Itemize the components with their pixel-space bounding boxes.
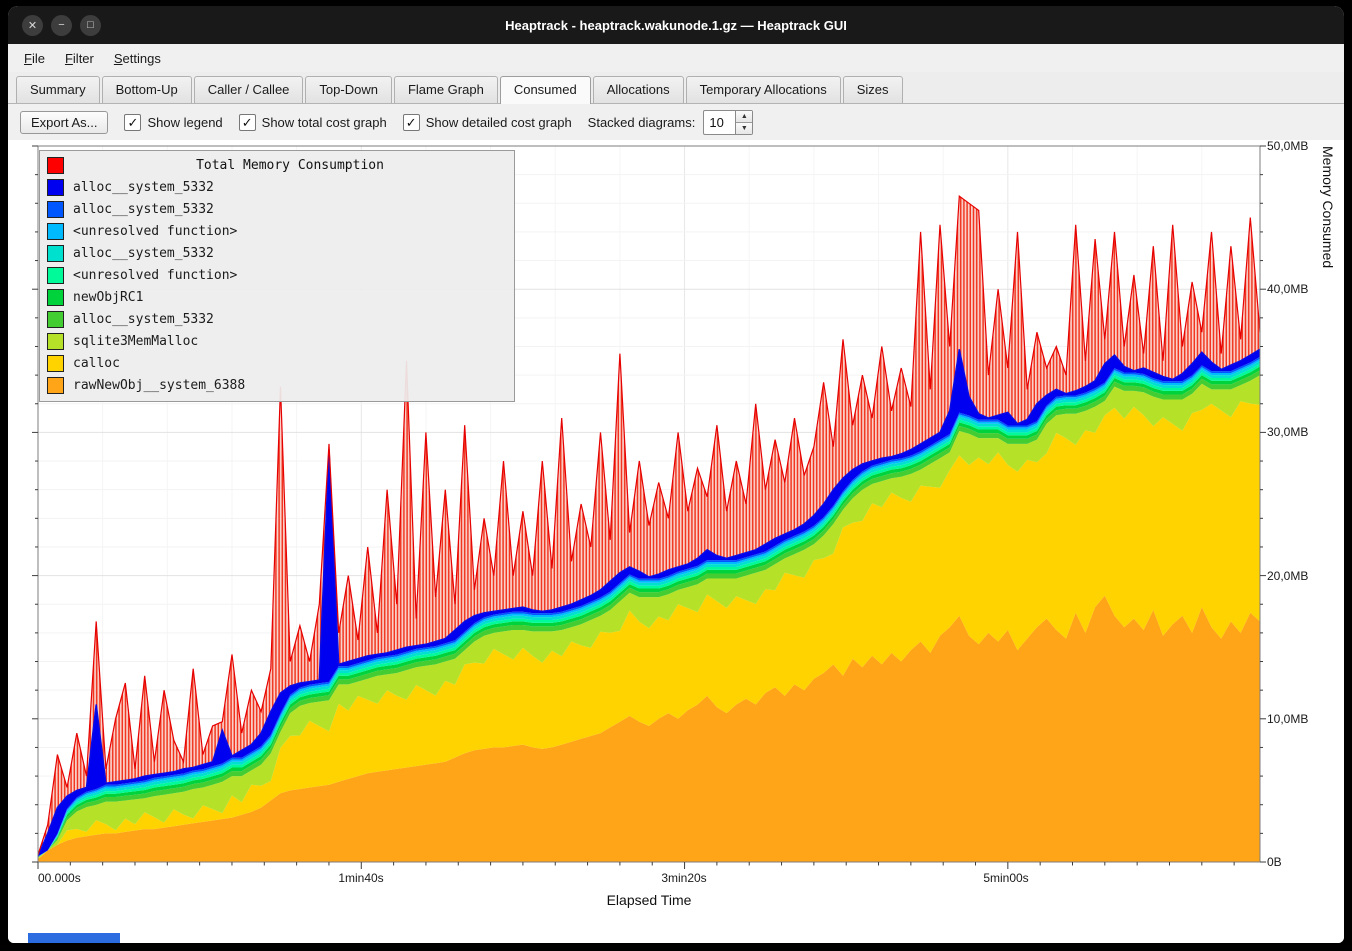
legend-item: rawNewObj__system_6388 [44, 374, 510, 396]
maximize-button[interactable]: □ [80, 15, 101, 36]
y-tick-label: 10,0MB [1267, 711, 1327, 727]
spin-up-button[interactable]: ▲ [736, 111, 752, 123]
tab-flame-graph[interactable]: Flame Graph [394, 76, 498, 103]
legend-swatch [47, 289, 64, 306]
legend-item: alloc__system_5332 [44, 176, 510, 198]
minimize-button[interactable]: − [51, 15, 72, 36]
close-icon: ✕ [28, 19, 37, 32]
toolbar: Export As... Show legend Show total cost… [8, 104, 1344, 140]
legend-swatch [47, 355, 64, 372]
tab-top-down[interactable]: Top-Down [305, 76, 392, 103]
show-total-cost-checkbox[interactable]: Show total cost graph [239, 114, 387, 131]
menu-settings[interactable]: Settings [104, 47, 171, 70]
chart-legend: Total Memory Consumption alloc__system_5… [39, 150, 515, 402]
x-tick-label: 5min00s [946, 870, 1066, 886]
checkbox-icon [124, 114, 141, 131]
legend-item: <unresolved function> [44, 264, 510, 286]
legend-label: <unresolved function> [73, 268, 237, 283]
checkbox-label: Show total cost graph [262, 115, 387, 130]
total-swatch [47, 157, 64, 174]
y-tick-label: 20,0MB [1267, 568, 1327, 584]
stacked-diagrams-group: Stacked diagrams: 10 ▲ ▼ [588, 110, 754, 135]
checkbox-label: Show detailed cost graph [426, 115, 572, 130]
legend-label: alloc__system_5332 [73, 180, 214, 195]
y-tick-label: 0B [1267, 854, 1327, 870]
spinbox-value[interactable]: 10 [704, 111, 735, 134]
y-tick-label: 30,0MB [1267, 424, 1327, 440]
tab-caller-callee[interactable]: Caller / Callee [194, 76, 304, 103]
spin-down-icon: ▼ [741, 125, 748, 132]
checkbox-icon [403, 114, 420, 131]
legend-item: <unresolved function> [44, 220, 510, 242]
status-indicator [28, 933, 120, 943]
legend-label: alloc__system_5332 [73, 246, 214, 261]
legend-item: sqlite3MemMalloc [44, 330, 510, 352]
spin-down-button[interactable]: ▼ [736, 123, 752, 134]
legend-items: alloc__system_5332 alloc__system_5332 <unr… [44, 176, 510, 396]
show-legend-checkbox[interactable]: Show legend [124, 114, 222, 131]
legend-swatch [47, 333, 64, 350]
legend-item: alloc__system_5332 [44, 242, 510, 264]
minimize-icon: − [58, 19, 64, 31]
window-controls: ✕ − □ [22, 15, 101, 36]
window-title: Heaptrack - heaptrack.wakunode.1.gz — He… [8, 18, 1344, 33]
tab-consumed[interactable]: Consumed [500, 76, 591, 104]
legend-title: Total Memory Consumption [73, 158, 507, 173]
menu-bar: File Filter Settings [8, 44, 1344, 72]
tab-bar: Summary Bottom-Up Caller / Callee Top-Do… [8, 72, 1344, 104]
legend-item: newObjRC1 [44, 286, 510, 308]
legend-swatch [47, 201, 64, 218]
x-axis-title: Elapsed Time [38, 892, 1260, 908]
legend-label: <unresolved function> [73, 224, 237, 239]
tab-bottom-up[interactable]: Bottom-Up [102, 76, 192, 103]
y-tick-label: 40,0MB [1267, 281, 1327, 297]
legend-swatch [47, 377, 64, 394]
tab-temporary-allocations[interactable]: Temporary Allocations [686, 76, 841, 103]
legend-title-row: Total Memory Consumption [44, 154, 510, 176]
legend-label: rawNewObj__system_6388 [73, 378, 245, 393]
legend-swatch [47, 179, 64, 196]
legend-label: sqlite3MemMalloc [73, 334, 198, 349]
menu-filter[interactable]: Filter [55, 47, 104, 70]
legend-swatch [47, 245, 64, 262]
legend-swatch [47, 223, 64, 240]
legend-item: alloc__system_5332 [44, 308, 510, 330]
legend-item: calloc [44, 352, 510, 374]
menu-file[interactable]: File [14, 47, 55, 70]
export-as-button[interactable]: Export As... [20, 111, 108, 134]
x-tick-label: 3min20s [624, 870, 744, 886]
tab-summary[interactable]: Summary [16, 76, 100, 103]
x-tick-label: 1min40s [301, 870, 421, 886]
checkbox-icon [239, 114, 256, 131]
y-axis-title: Memory Consumed [1320, 146, 1336, 862]
close-button[interactable]: ✕ [22, 15, 43, 36]
chart-area: Total Memory Consumption alloc__system_5… [8, 140, 1344, 943]
spin-up-icon: ▲ [741, 113, 748, 120]
tab-allocations[interactable]: Allocations [593, 76, 684, 103]
maximize-icon: □ [87, 19, 94, 31]
show-detailed-cost-checkbox[interactable]: Show detailed cost graph [403, 114, 572, 131]
legend-swatch [47, 311, 64, 328]
x-tick-label: 00.000s [38, 870, 81, 886]
spinbox-buttons: ▲ ▼ [735, 111, 752, 134]
title-bar: ✕ − □ Heaptrack - heaptrack.wakunode.1.g… [8, 6, 1344, 44]
checkbox-label: Show legend [147, 115, 222, 130]
y-tick-label: 50,0MB [1267, 138, 1327, 154]
legend-swatch [47, 267, 64, 284]
app-window: ✕ − □ Heaptrack - heaptrack.wakunode.1.g… [8, 6, 1344, 943]
stacked-diagrams-label: Stacked diagrams: [588, 115, 696, 130]
tab-sizes[interactable]: Sizes [843, 76, 903, 103]
stacked-diagrams-spinbox[interactable]: 10 ▲ ▼ [703, 110, 753, 135]
legend-item: alloc__system_5332 [44, 198, 510, 220]
legend-label: newObjRC1 [73, 290, 143, 305]
legend-label: alloc__system_5332 [73, 312, 214, 327]
legend-label: alloc__system_5332 [73, 202, 214, 217]
legend-label: calloc [73, 356, 120, 371]
